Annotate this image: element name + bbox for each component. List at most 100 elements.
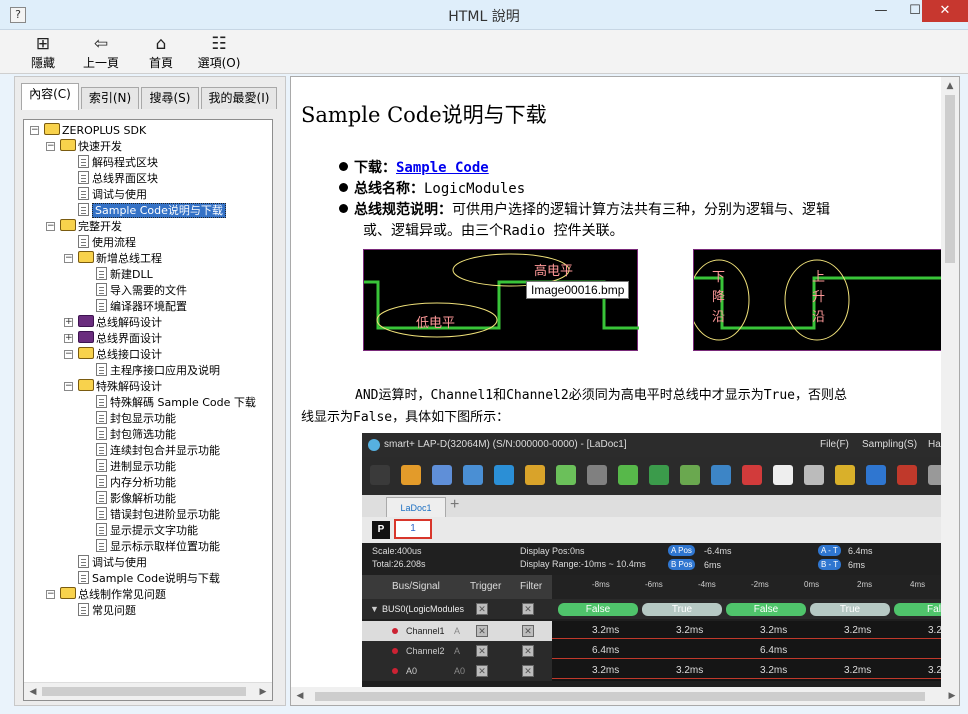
hide-button[interactable]: ⊞ 隱藏: [16, 34, 70, 71]
tree-item[interactable]: − 新增总线工程: [64, 251, 162, 267]
scroll-thumb[interactable]: [42, 687, 246, 696]
scroll-right-icon[interactable]: ▶: [256, 685, 270, 699]
collapse-icon[interactable]: −: [64, 382, 73, 391]
analyzer-tool-icon: [866, 465, 886, 485]
scroll-up-icon[interactable]: ▲: [941, 79, 959, 93]
tree-item[interactable]: + 总线界面设计: [64, 331, 162, 347]
page-icon: [78, 187, 89, 200]
tree-item[interactable]: 进制显示功能: [96, 459, 176, 475]
ladoc-tab: LaDoc1: [386, 497, 446, 517]
tree-item[interactable]: 封包筛选功能: [96, 427, 176, 443]
tree-item[interactable]: − ZEROPLUS SDK: [30, 123, 146, 139]
bus-value-segment: False: [726, 603, 806, 616]
analyzer-tool-icon: [370, 465, 390, 485]
close-button[interactable]: ✕: [922, 0, 968, 22]
tab-favorites[interactable]: 我的最愛(I): [201, 87, 277, 109]
tree-item[interactable]: 特殊解碼 Sample Code 下载: [96, 395, 256, 411]
tree-item[interactable]: 调试与使用: [78, 555, 147, 571]
tree-item[interactable]: − 总线接口设计: [64, 347, 162, 363]
analyzer-tool-icon: [835, 465, 855, 485]
tree-item[interactable]: + 总线解码设计: [64, 315, 162, 331]
tree-item[interactable]: Sample Code说明与下载: [78, 571, 220, 587]
tree-item[interactable]: 显示标示取样位置功能: [96, 539, 220, 555]
tree-item[interactable]: 新建DLL: [96, 267, 153, 283]
expand-icon[interactable]: +: [64, 334, 73, 343]
bullet-bus-spec-cont: 或、逻辑异或。由三个Radio 控件关联。: [363, 223, 624, 239]
tree-item[interactable]: 总线界面区块: [78, 171, 158, 187]
tree-item[interactable]: 主程序接口应用及说明: [96, 363, 220, 379]
bus-row: ▼ BUS0(LogicModules ✕ ✕ False True False True Fa…: [362, 599, 943, 619]
analyzer-tool-icon: [494, 465, 514, 485]
options-icon: ☷: [211, 34, 227, 54]
page-icon: [78, 155, 89, 168]
home-button[interactable]: ⌂ 首頁: [134, 34, 188, 71]
tree-item[interactable]: 调试与使用: [78, 187, 147, 203]
bus-value-segment: True: [642, 603, 722, 616]
content-horizontal-scrollbar[interactable]: ◀ ▶: [291, 687, 959, 705]
tree-item[interactable]: 导入需要的文件: [96, 283, 187, 299]
minimize-button[interactable]: —: [864, 0, 898, 22]
image-tooltip: Image00016.bmp: [526, 281, 630, 299]
analyzer-page-row: P 1: [362, 517, 943, 543]
tree-item[interactable]: 错误封包进阶显示功能: [96, 507, 220, 523]
signal-row: Channel1 A ✕ ✕ 3.2ms 3.2ms 3.2ms 3.2ms 3.2: [362, 621, 943, 641]
tree-item[interactable]: 内存分析功能: [96, 475, 176, 491]
scroll-left-icon[interactable]: ◀: [293, 689, 307, 703]
open-book-icon: [78, 347, 94, 359]
trigger-checkbox: ✕: [476, 645, 488, 657]
content-vscroll-thumb[interactable]: [945, 95, 955, 263]
home-icon: ⌂: [155, 34, 167, 54]
tree-item[interactable]: 编译器环境配置: [96, 299, 187, 315]
tree-item-label: Sample Code说明与下载: [92, 203, 226, 218]
tree-item[interactable]: Sample Code说明与下载: [78, 203, 226, 219]
bus-name: BUS0(LogicModules: [382, 604, 465, 614]
open-book-icon: [78, 379, 94, 391]
bullet-bus-spec: 总线规范说明：可供用户选择的逻辑计算方法共有三种，分别为逻辑与、逻辑: [339, 199, 830, 219]
analyzer-tool-icon: [742, 465, 762, 485]
sample-code-link[interactable]: Sample Code: [396, 160, 489, 176]
page-icon: [96, 411, 107, 424]
tree-item[interactable]: 封包显示功能: [96, 411, 176, 427]
signal-row: Channel2 A ✕ ✕ 6.4ms 6.4ms: [362, 641, 943, 661]
tree-item[interactable]: − 完整开发: [46, 219, 122, 235]
tree-item-label: 进制显示功能: [110, 460, 176, 473]
scroll-right-icon[interactable]: ▶: [945, 689, 959, 703]
back-button[interactable]: ⇦ 上一頁: [74, 34, 128, 71]
signal-alias: A: [454, 646, 461, 656]
rising-edge-label: 上 升 沿: [812, 270, 826, 325]
scroll-left-icon[interactable]: ◀: [26, 685, 40, 699]
tree-item[interactable]: 使用流程: [78, 235, 136, 251]
tab-contents[interactable]: 內容(C): [21, 83, 79, 110]
tab-search[interactable]: 搜尋(S): [141, 87, 199, 109]
collapse-icon[interactable]: −: [30, 126, 39, 135]
collapse-icon[interactable]: −: [64, 350, 73, 359]
expand-icon[interactable]: +: [64, 318, 73, 327]
content-vertical-scrollbar[interactable]: ▲: [941, 77, 959, 689]
trigger-checkbox: ✕: [476, 625, 488, 637]
tree-item[interactable]: 连续封包合并显示功能: [96, 443, 220, 459]
tree-horizontal-scrollbar[interactable]: ◀ ▶: [24, 682, 272, 700]
collapse-icon[interactable]: −: [46, 142, 55, 151]
collapse-icon[interactable]: −: [46, 222, 55, 231]
analyzer-tool-icon: [401, 465, 421, 485]
tree-item[interactable]: 影像解析功能: [96, 491, 176, 507]
tree-item[interactable]: 常见问题: [78, 603, 136, 619]
signal-name: A0: [406, 666, 418, 676]
tree-item[interactable]: − 特殊解码设计: [64, 379, 162, 395]
tree-item[interactable]: 显示提示文字功能: [96, 523, 198, 539]
tab-index[interactable]: 索引(N): [81, 87, 139, 109]
options-button[interactable]: ☷ 選項(O): [192, 34, 246, 71]
collapse-icon[interactable]: −: [64, 254, 73, 263]
tree-item[interactable]: 解码程式区块: [78, 155, 158, 171]
content-hscroll-thumb[interactable]: [315, 692, 925, 701]
tree-item[interactable]: − 快速开发: [46, 139, 122, 155]
collapse-icon[interactable]: −: [46, 590, 55, 599]
expand-triangle-icon: ▼: [370, 604, 379, 614]
tree-item[interactable]: − 总线制作常见问题: [46, 587, 166, 603]
analyzer-tool-icon: [680, 465, 700, 485]
and-description-line1: AND运算时，Channel1和Channel2必须同为高电平时总线中才显示为T…: [355, 388, 848, 403]
edge-diagram-image: 下 降 沿 上 升 沿: [693, 249, 943, 351]
analyzer-tool-icon: [525, 465, 545, 485]
page-icon: [78, 235, 89, 248]
signal-alias: A: [454, 626, 461, 636]
